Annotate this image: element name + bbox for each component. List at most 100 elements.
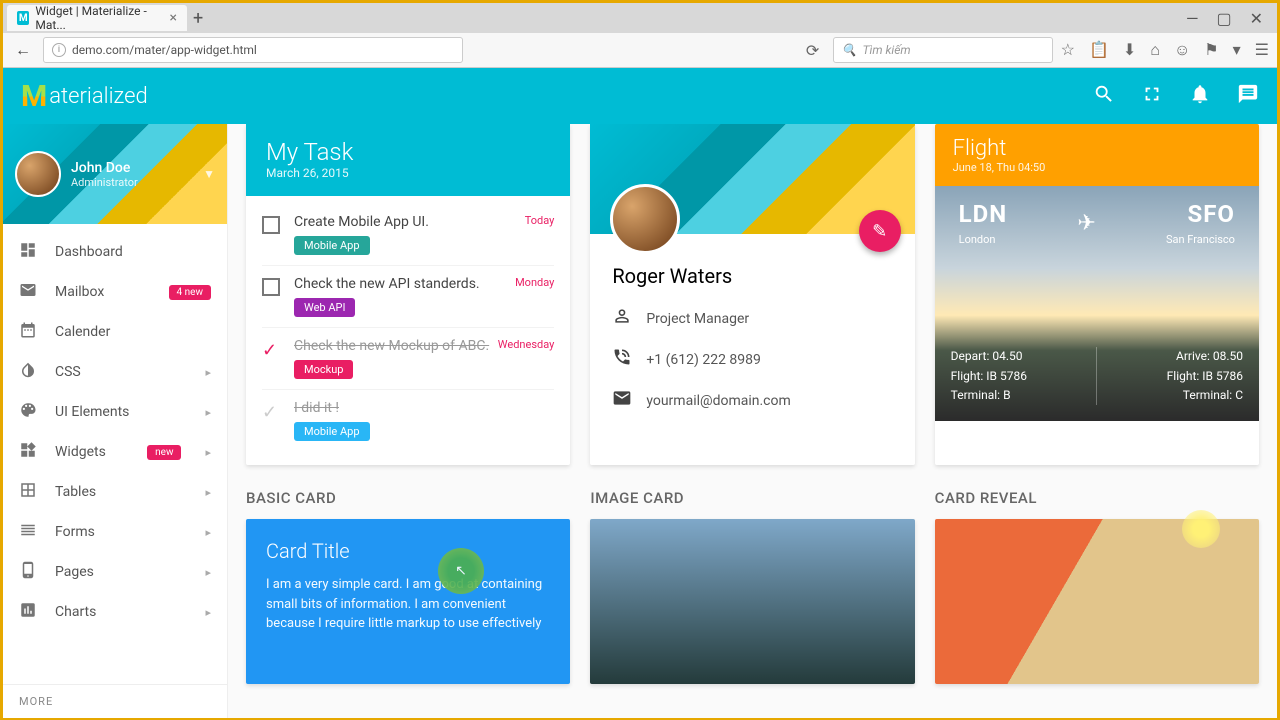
home-icon[interactable]: ⌂ bbox=[1150, 40, 1160, 60]
chat-icon[interactable] bbox=[1237, 83, 1259, 110]
notifications-icon[interactable] bbox=[1189, 83, 1211, 110]
task-title: My Task bbox=[266, 138, 550, 166]
tab-title: Widget | Materialize - Mat... bbox=[35, 4, 163, 32]
flight-title: Flight bbox=[953, 136, 1241, 161]
flight-datetime: June 18, Thu 04:50 bbox=[953, 161, 1241, 174]
bookmark-icon[interactable]: ☆ bbox=[1061, 40, 1075, 60]
profile-panel[interactable]: John Doe Administrator ▼ bbox=[3, 124, 227, 224]
contact-cover: ✎ bbox=[590, 124, 914, 234]
chevron-right-icon: ▸ bbox=[205, 486, 211, 499]
nav-list: DashboardMailbox4 newCalenderCSS▸UI Elem… bbox=[3, 224, 227, 684]
nav-icon bbox=[19, 401, 37, 423]
sidebar-item-tables[interactable]: Tables▸ bbox=[3, 472, 227, 512]
main-content: My Task March 26, 2015 Create Mobile App… bbox=[228, 124, 1277, 718]
menu-icon[interactable]: ☰ bbox=[1255, 40, 1269, 60]
task-tag: Web API bbox=[294, 298, 355, 317]
task-item[interactable]: Check the new API standerds.Web APIMonda… bbox=[262, 266, 554, 328]
tab-bar: M Widget | Materialize - Mat... × + — ▢ … bbox=[3, 3, 1277, 33]
basic-card[interactable]: Card Title I am a very simple card. I am… bbox=[246, 519, 570, 684]
chevron-right-icon: ▸ bbox=[205, 366, 211, 379]
check-icon[interactable]: ✓ bbox=[262, 340, 280, 358]
fullscreen-icon[interactable] bbox=[1141, 83, 1163, 110]
back-button[interactable]: ← bbox=[11, 40, 35, 60]
nav-icon bbox=[19, 241, 37, 263]
card-text: I am a very simple card. I am good at co… bbox=[266, 575, 550, 634]
card-reveal-heading: CARD REVEAL bbox=[935, 489, 1259, 507]
email-icon bbox=[612, 388, 632, 413]
contact-avatar bbox=[610, 184, 680, 254]
cursor-highlight-2 bbox=[1182, 510, 1220, 548]
task-when: Today bbox=[525, 214, 555, 227]
nav-icon bbox=[19, 481, 37, 503]
flight-card: Flight June 18, Thu 04:50 LDNLondon ✈ SF… bbox=[935, 124, 1259, 465]
checkbox[interactable] bbox=[262, 278, 280, 296]
search-icon[interactable] bbox=[1093, 83, 1115, 110]
close-window-icon[interactable]: ✕ bbox=[1250, 9, 1263, 28]
chevron-down-icon[interactable]: ▼ bbox=[203, 167, 215, 181]
plugin-icon[interactable]: ⚑ bbox=[1204, 40, 1218, 60]
badge: new bbox=[147, 445, 181, 460]
badge: 4 new bbox=[169, 285, 211, 300]
logo-icon: M bbox=[21, 79, 47, 114]
contact-name: Roger Waters bbox=[612, 264, 892, 288]
task-item[interactable]: Create Mobile App UI.Mobile AppToday bbox=[262, 204, 554, 266]
image-card-heading: IMAGE CARD bbox=[590, 489, 914, 507]
sidebar-item-forms[interactable]: Forms▸ bbox=[3, 512, 227, 552]
sidebar-item-pages[interactable]: Pages▸ bbox=[3, 552, 227, 592]
task-tag: Mobile App bbox=[294, 422, 370, 441]
task-tag: Mockup bbox=[294, 360, 353, 379]
chevron-right-icon: ▸ bbox=[205, 446, 211, 459]
smiley-icon[interactable]: ☺ bbox=[1174, 40, 1190, 60]
sidebar-item-css[interactable]: CSS▸ bbox=[3, 352, 227, 392]
refresh-button[interactable]: ⟳ bbox=[801, 41, 825, 60]
search-icon: 🔍 bbox=[842, 43, 857, 57]
sidebar-item-calender[interactable]: Calender bbox=[3, 312, 227, 352]
url-input[interactable]: i demo.com/mater/app-widget.html bbox=[43, 37, 463, 63]
chevron-right-icon: ▸ bbox=[205, 606, 211, 619]
url-text: demo.com/mater/app-widget.html bbox=[72, 43, 257, 57]
profile-role: Administrator bbox=[71, 176, 138, 189]
downloads-icon[interactable]: ⬇ bbox=[1123, 40, 1136, 60]
person-icon bbox=[612, 306, 632, 331]
checkbox[interactable] bbox=[262, 216, 280, 234]
sidebar-item-charts[interactable]: Charts▸ bbox=[3, 592, 227, 632]
sidebar: John Doe Administrator ▼ DashboardMailbo… bbox=[3, 124, 228, 718]
nav-icon bbox=[19, 561, 37, 583]
close-tab-icon[interactable]: × bbox=[170, 10, 177, 26]
browser-search[interactable]: 🔍 Tìm kiếm bbox=[833, 37, 1053, 63]
nav-icon bbox=[19, 601, 37, 623]
task-date: March 26, 2015 bbox=[266, 166, 550, 180]
address-bar: ← i demo.com/mater/app-widget.html ⟳ 🔍 T… bbox=[3, 33, 1277, 67]
basic-card-heading: BASIC CARD bbox=[246, 489, 570, 507]
card-title: Card Title bbox=[266, 539, 550, 563]
sidebar-item-ui-elements[interactable]: UI Elements▸ bbox=[3, 392, 227, 432]
sidebar-item-dashboard[interactable]: Dashboard bbox=[3, 232, 227, 272]
sidebar-item-mailbox[interactable]: Mailbox4 new bbox=[3, 272, 227, 312]
task-tag: Mobile App bbox=[294, 236, 370, 255]
maximize-icon[interactable]: ▢ bbox=[1216, 9, 1231, 28]
task-when: Monday bbox=[515, 276, 554, 289]
task-item[interactable]: ✓Check the new Mockup of ABC.MockupWedne… bbox=[262, 328, 554, 390]
task-card: My Task March 26, 2015 Create Mobile App… bbox=[246, 124, 570, 465]
nav-icon bbox=[19, 521, 37, 543]
chevron-right-icon: ▸ bbox=[205, 406, 211, 419]
page-info-icon[interactable]: i bbox=[52, 43, 66, 57]
task-item[interactable]: ✓I did it !Mobile App bbox=[262, 390, 554, 451]
new-tab-button[interactable]: + bbox=[193, 8, 203, 29]
more-section: MORE bbox=[3, 684, 227, 718]
airplane-icon: ✈ bbox=[1077, 211, 1095, 236]
phone-icon bbox=[612, 347, 632, 372]
minimize-icon[interactable]: — bbox=[1186, 9, 1199, 28]
dropdown-icon[interactable]: ▾ bbox=[1233, 40, 1241, 60]
chevron-right-icon: ▸ bbox=[205, 566, 211, 579]
sidebar-item-widgets[interactable]: Widgetsnew▸ bbox=[3, 432, 227, 472]
image-card[interactable] bbox=[590, 519, 914, 684]
nav-icon bbox=[19, 441, 37, 463]
clipboard-icon[interactable]: 📋 bbox=[1089, 40, 1109, 60]
browser-tab[interactable]: M Widget | Materialize - Mat... × bbox=[7, 5, 187, 31]
browser-chrome: M Widget | Materialize - Mat... × + — ▢ … bbox=[3, 3, 1277, 68]
chevron-right-icon: ▸ bbox=[205, 526, 211, 539]
edit-fab-button[interactable]: ✎ bbox=[859, 210, 901, 252]
check-icon[interactable]: ✓ bbox=[262, 402, 280, 420]
brand-logo[interactable]: M aterialized bbox=[21, 79, 148, 114]
